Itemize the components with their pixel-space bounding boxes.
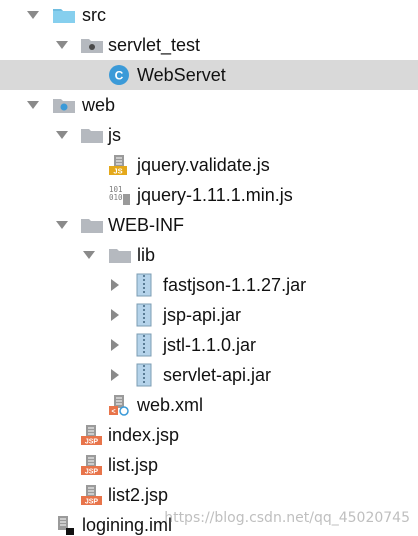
web-folder-icon (52, 90, 76, 120)
tree-row-index-jsp[interactable]: JSP index.jsp (0, 420, 418, 450)
tree-item-label: jquery.validate.js (137, 155, 270, 175)
expanded-arrow-icon[interactable] (55, 30, 69, 60)
tree-item-label: servlet-api.jar (163, 365, 272, 385)
svg-text:JS: JS (113, 167, 122, 176)
jsp-file-icon: JSP (80, 420, 104, 450)
tree-item-label: lib (137, 245, 156, 265)
tree-item-label: jsp-api.jar (163, 305, 242, 325)
tree-item-label: list2.jsp (108, 485, 169, 505)
tree-row-servlet-api-jar[interactable]: servlet-api.jar (0, 360, 418, 390)
class-icon: C (108, 60, 132, 90)
tree-item-label: js (108, 125, 121, 145)
svg-text:JSP: JSP (85, 469, 99, 476)
tree-item-label: logining.iml (82, 515, 173, 535)
folder-icon (80, 210, 104, 240)
tree-row-list-jsp[interactable]: JSP list.jsp (0, 450, 418, 480)
tree-row-fastjson-jar[interactable]: fastjson-1.1.27.jar (0, 270, 418, 300)
tree-row-web-xml[interactable]: < web.xml (0, 390, 418, 420)
tree-item-label: WEB-INF (108, 215, 184, 235)
jar-archive-icon (134, 330, 158, 360)
tree-row-js[interactable]: js (0, 120, 418, 150)
tree-item-label: src (82, 5, 106, 25)
svg-text:JSP: JSP (85, 439, 99, 446)
iml-module-icon (54, 510, 78, 536)
tree-item-label: WebServet (137, 65, 226, 85)
tree-item-label: fastjson-1.1.27.jar (163, 275, 307, 295)
collapsed-arrow-icon[interactable] (110, 330, 124, 360)
collapsed-arrow-icon[interactable] (110, 300, 124, 330)
js-file-icon: JS (108, 150, 132, 180)
tree-row-src[interactable]: src (0, 0, 418, 30)
tree-item-label: web.xml (137, 395, 204, 415)
jsp-file-icon: JSP (80, 480, 104, 510)
tree-row-jquery-validate[interactable]: JS jquery.validate.js (0, 150, 418, 180)
tree-row-servlet-test[interactable]: servlet_test (0, 30, 418, 60)
collapsed-arrow-icon[interactable] (110, 270, 124, 300)
binary-file-icon: 101 010 (108, 180, 132, 210)
tree-item-label: jstl-1.1.0.jar (163, 335, 257, 355)
jar-archive-icon (134, 300, 158, 330)
project-tree: src servlet_test C WebServet web js JS j… (0, 0, 418, 536)
tree-row-webservet[interactable]: C WebServet (0, 60, 418, 90)
svg-text:C: C (115, 69, 124, 83)
tree-item-label: jquery-1.11.1.min.js (137, 185, 293, 205)
expanded-arrow-icon[interactable] (26, 0, 40, 30)
expanded-arrow-icon[interactable] (82, 240, 96, 270)
tree-row-jstl-jar[interactable]: jstl-1.1.0.jar (0, 330, 418, 360)
collapsed-arrow-icon[interactable] (110, 360, 124, 390)
tree-item-label: index.jsp (108, 425, 180, 445)
expanded-arrow-icon[interactable] (55, 120, 69, 150)
svg-text:JSP: JSP (85, 499, 99, 506)
jar-archive-icon (134, 360, 158, 390)
folder-icon (108, 240, 132, 270)
jsp-file-icon: JSP (80, 450, 104, 480)
tree-row-web[interactable]: web (0, 90, 418, 120)
tree-row-lib[interactable]: lib (0, 240, 418, 270)
tree-row-list2-jsp[interactable]: JSP list2.jsp (0, 480, 418, 510)
tree-row-jsp-api-jar[interactable]: jsp-api.jar (0, 300, 418, 330)
expanded-arrow-icon[interactable] (26, 90, 40, 120)
package-folder-icon (80, 30, 104, 60)
tree-item-label: list.jsp (108, 455, 159, 475)
tree-row-web-inf[interactable]: WEB-INF (0, 210, 418, 240)
folder-icon (80, 120, 104, 150)
tree-row-jquery-min[interactable]: 101 010 jquery-1.11.1.min.js (0, 180, 418, 210)
tree-item-label: web (82, 95, 116, 115)
svg-text:010: 010 (109, 193, 123, 202)
web-xml-icon: < (108, 390, 132, 420)
source-folder-icon (52, 0, 76, 30)
tree-item-label: servlet_test (108, 35, 201, 55)
jar-archive-icon (134, 270, 158, 300)
expanded-arrow-icon[interactable] (55, 210, 69, 240)
svg-text:<: < (111, 409, 115, 416)
watermark: https://blog.csdn.net/qq_45020745 (164, 510, 410, 526)
